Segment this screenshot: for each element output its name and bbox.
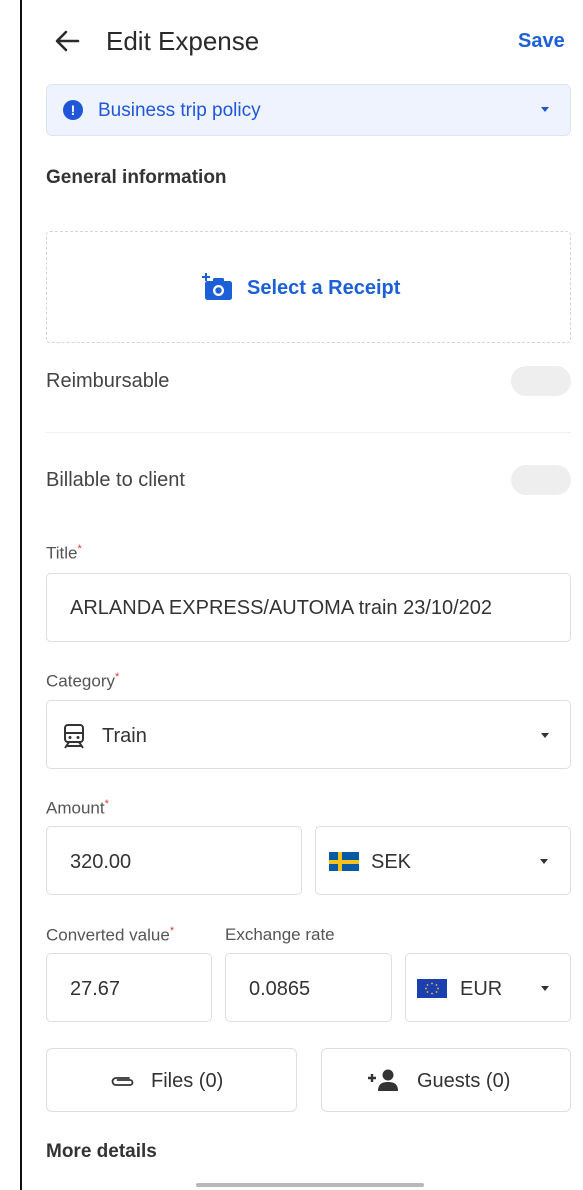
category-select[interactable]: Train (46, 700, 571, 769)
home-indicator[interactable] (196, 1183, 424, 1187)
required-marker: * (169, 925, 175, 937)
reimbursable-label: Reimbursable (46, 370, 170, 392)
add-person-icon (368, 1069, 398, 1091)
converted-label: Converted value* (46, 925, 174, 946)
guests-label: Guests (0) (417, 1070, 511, 1092)
required-marker: * (114, 671, 120, 683)
policy-label: Business trip policy (98, 100, 261, 121)
amount-label-text: Amount (46, 798, 105, 818)
eu-stars-icon (425, 982, 439, 995)
section-title-general: General information (46, 167, 227, 188)
eu-flag-icon (417, 979, 447, 998)
edit-expense-screen: Edit Expense Save ! Business trip policy… (24, 0, 583, 1190)
divider (46, 432, 571, 433)
exchange-rate-input[interactable]: 0.0865 (225, 953, 392, 1022)
back-arrow-icon[interactable] (52, 26, 82, 56)
required-marker: * (104, 798, 109, 810)
exchange-rate-label: Exchange rate (225, 925, 335, 944)
title-value: ARLANDA EXPRESS/AUTOMA train 23/10/202 (70, 597, 493, 619)
train-icon (64, 724, 84, 749)
billable-toggle[interactable] (511, 465, 571, 495)
chevron-down-icon (541, 986, 549, 991)
chevron-down-icon (540, 859, 548, 864)
category-label: Category* (46, 671, 119, 692)
category-value: Train (102, 725, 147, 747)
title-input[interactable]: ARLANDA EXPRESS/AUTOMA train 23/10/202 (46, 573, 571, 642)
converted-currency-select[interactable]: EUR (405, 953, 571, 1022)
chevron-down-icon (541, 107, 549, 112)
reimbursable-toggle[interactable] (511, 366, 571, 396)
page-title: Edit Expense (106, 26, 260, 56)
amount-value: 320.00 (70, 851, 132, 873)
converted-currency-value: EUR (460, 978, 503, 1000)
chevron-down-icon (541, 733, 549, 738)
converted-label-text: Converted value (46, 925, 170, 945)
files-button[interactable]: Files (0) (46, 1048, 297, 1112)
select-receipt-label: Select a Receipt (247, 277, 401, 299)
converted-value: 27.67 (70, 978, 121, 1000)
select-receipt-button[interactable]: Select a Receipt (46, 231, 571, 343)
section-title-more-details: More details (46, 1141, 157, 1159)
amount-currency-select[interactable]: SEK (315, 826, 571, 895)
save-button[interactable]: Save (518, 30, 565, 53)
policy-selector[interactable]: ! Business trip policy (46, 84, 571, 136)
info-icon: ! (63, 100, 83, 120)
required-marker: * (77, 543, 82, 555)
billable-label: Billable to client (46, 469, 185, 491)
title-label-text: Title (46, 543, 78, 563)
amount-input[interactable]: 320.00 (46, 826, 302, 895)
amount-label: Amount* (46, 798, 109, 819)
add-camera-icon (202, 273, 232, 300)
files-label: Files (0) (151, 1070, 224, 1092)
exchange-rate-value: 0.0865 (249, 978, 311, 1000)
paperclip-icon (111, 1077, 134, 1086)
category-label-text: Category (46, 671, 115, 691)
sweden-flag-icon (329, 852, 359, 871)
amount-currency-value: SEK (371, 851, 412, 873)
title-label: Title* (46, 543, 82, 564)
converted-value-input[interactable]: 27.67 (46, 953, 212, 1022)
guests-button[interactable]: Guests (0) (321, 1048, 571, 1112)
device-frame-edge (0, 0, 22, 1190)
